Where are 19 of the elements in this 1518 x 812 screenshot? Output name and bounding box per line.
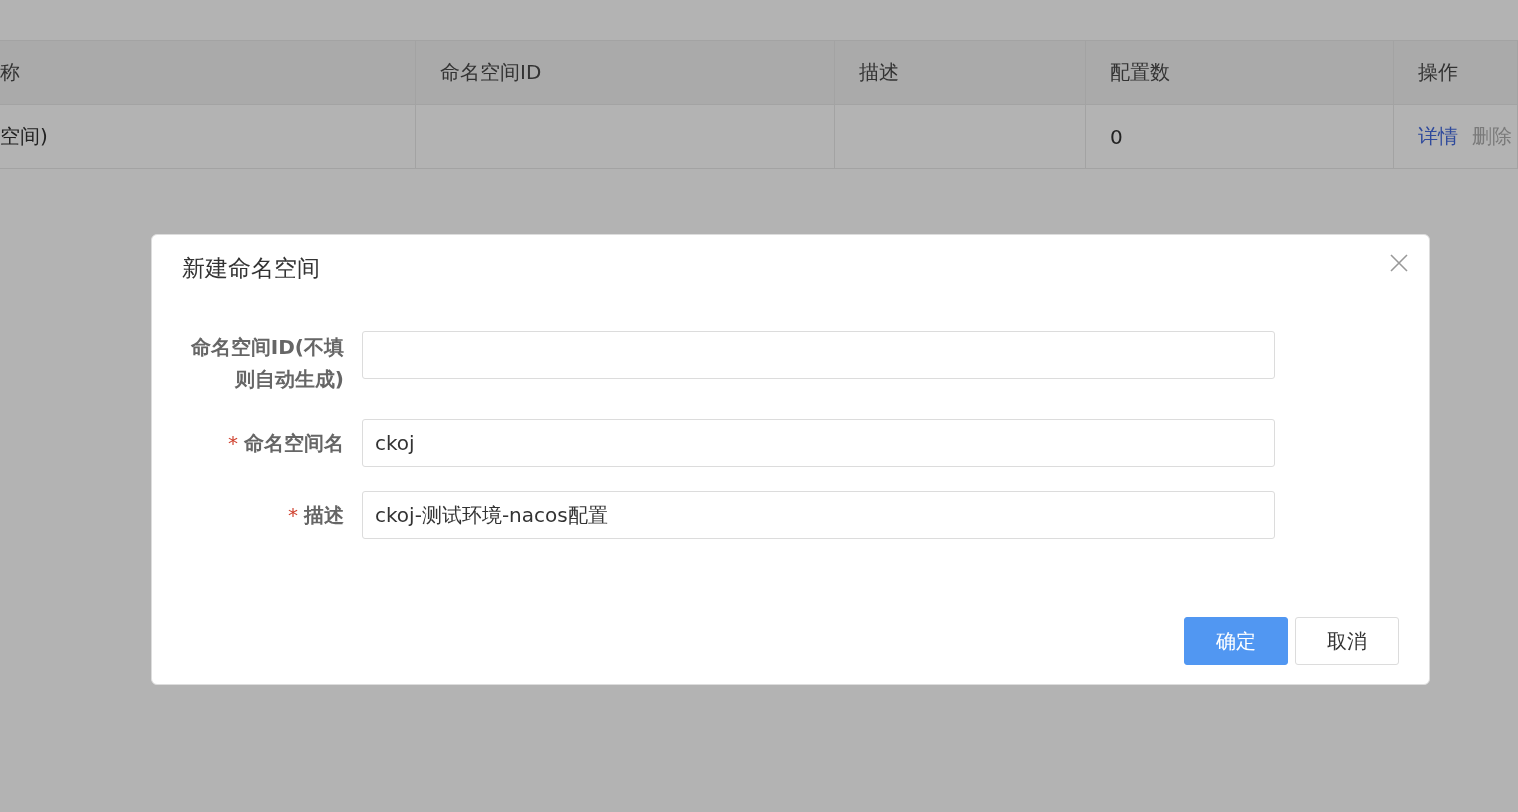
table-cell: 0 bbox=[1086, 105, 1394, 169]
column-header: 描述 bbox=[835, 41, 1086, 105]
required-asterisk: * bbox=[228, 430, 238, 457]
input-field[interactable]: ckoj bbox=[362, 419, 1275, 467]
input-field[interactable]: ckoj-测试环境-nacos配置 bbox=[362, 491, 1275, 539]
input-field[interactable] bbox=[362, 331, 1275, 379]
column-header: 配置数 bbox=[1086, 41, 1394, 105]
column-header: 称 bbox=[0, 41, 416, 105]
column-header: 命名空间ID bbox=[416, 41, 835, 105]
field-label: 命名空间名 bbox=[244, 430, 344, 457]
dialog-title: 新建命名空间 bbox=[182, 254, 321, 283]
required-asterisk: * bbox=[288, 502, 298, 529]
field-label: 命名空间ID(不填则自动生成) bbox=[189, 334, 344, 393]
close-icon[interactable] bbox=[1389, 253, 1409, 273]
field-label: 描述 bbox=[304, 502, 344, 529]
details-link[interactable]: 详情 bbox=[1418, 123, 1458, 150]
column-header: 操作 bbox=[1394, 41, 1518, 105]
cancel-button[interactable]: 取消 bbox=[1295, 617, 1399, 665]
table-cell: 空间) bbox=[0, 105, 416, 169]
